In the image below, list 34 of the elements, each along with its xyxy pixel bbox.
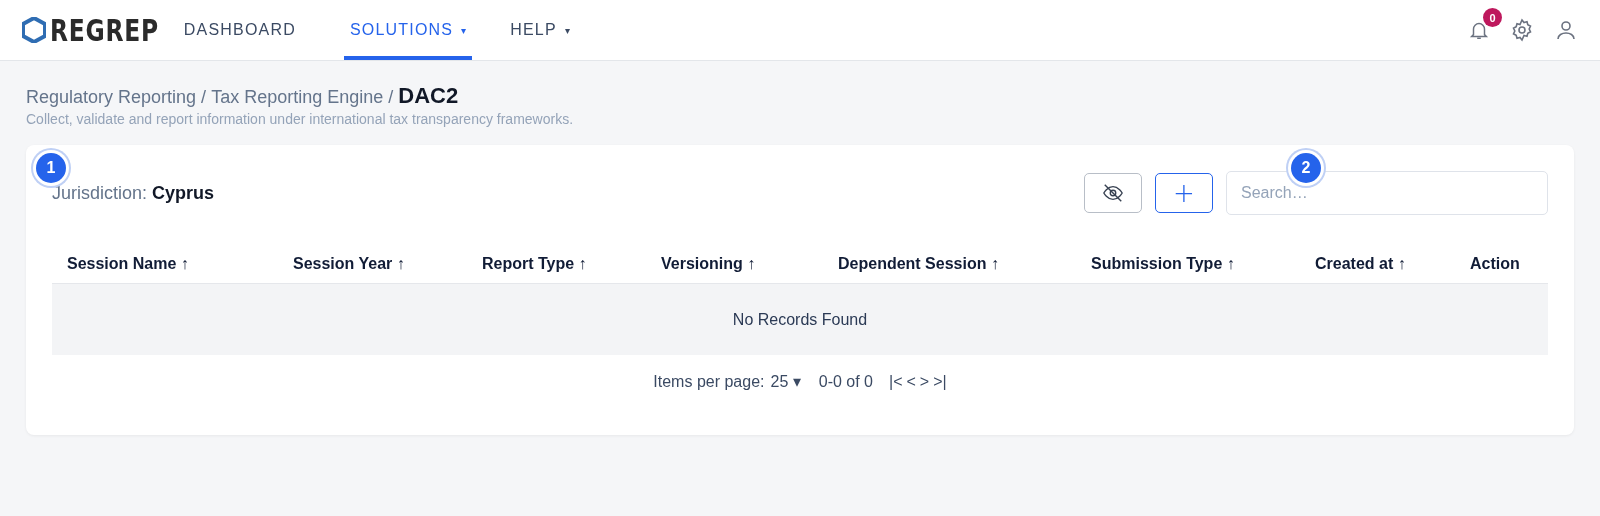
column-header: Action <box>1470 254 1520 273</box>
settings-icon[interactable] <box>1510 18 1534 42</box>
page-nav-button[interactable]: |< <box>889 372 903 391</box>
hide-columns-button[interactable] <box>1084 173 1142 213</box>
page-subtitle: Collect, validate and report information under international tax transparency frameworks. <box>26 111 575 127</box>
nav-tab[interactable]: SOLUTIONS ▾ <box>343 0 473 60</box>
page-nav-button[interactable]: >| <box>933 372 947 391</box>
eye-slash-icon <box>1102 182 1124 204</box>
hexagon-logo-icon <box>22 17 46 43</box>
items-per-page-select[interactable]: 25 ▾ <box>768 372 803 391</box>
breadcrumb-separator: / <box>201 87 207 108</box>
sortable-column-header[interactable]: Versioning ↑ <box>661 249 756 273</box>
breadcrumb-separator: / <box>388 87 394 108</box>
empty-table-message: No Records Found <box>52 284 1548 355</box>
notification-count: 0 <box>1483 8 1502 27</box>
sortable-column-header[interactable]: Report Type ↑ <box>482 249 587 273</box>
sortable-column-header[interactable]: Session Name ↑ <box>67 249 189 273</box>
sortable-column-header[interactable]: Dependent Session ↑ <box>838 249 999 273</box>
page-title: DAC2 <box>398 83 459 109</box>
page-range: 0-0 of 0 <box>818 372 873 391</box>
sortable-column-header[interactable]: Created at ↑ <box>1315 249 1406 273</box>
jurisdiction-label: Jurisdiction: Cyprus <box>52 182 215 204</box>
user-icon[interactable] <box>1554 18 1578 42</box>
logo-wordmark[interactable]: REGREP <box>50 12 160 48</box>
nav-tab[interactable]: HELP ▾ <box>504 0 576 60</box>
sortable-column-header[interactable]: Submission Type ↑ <box>1091 249 1235 273</box>
add-button[interactable]: + <box>1155 173 1213 213</box>
page-nav-button[interactable]: > <box>919 372 930 391</box>
page-nav-button[interactable]: < <box>906 372 916 391</box>
breadcrumb-link[interactable]: Regulatory Reporting <box>26 87 197 108</box>
sortable-column-header[interactable]: Session Year ↑ <box>293 249 405 273</box>
breadcrumb-link[interactable]: Tax Reporting Engine <box>211 87 384 108</box>
items-per-page-label: Items per page: <box>653 372 765 391</box>
nav-tab[interactable]: DASHBOARD <box>177 0 302 60</box>
